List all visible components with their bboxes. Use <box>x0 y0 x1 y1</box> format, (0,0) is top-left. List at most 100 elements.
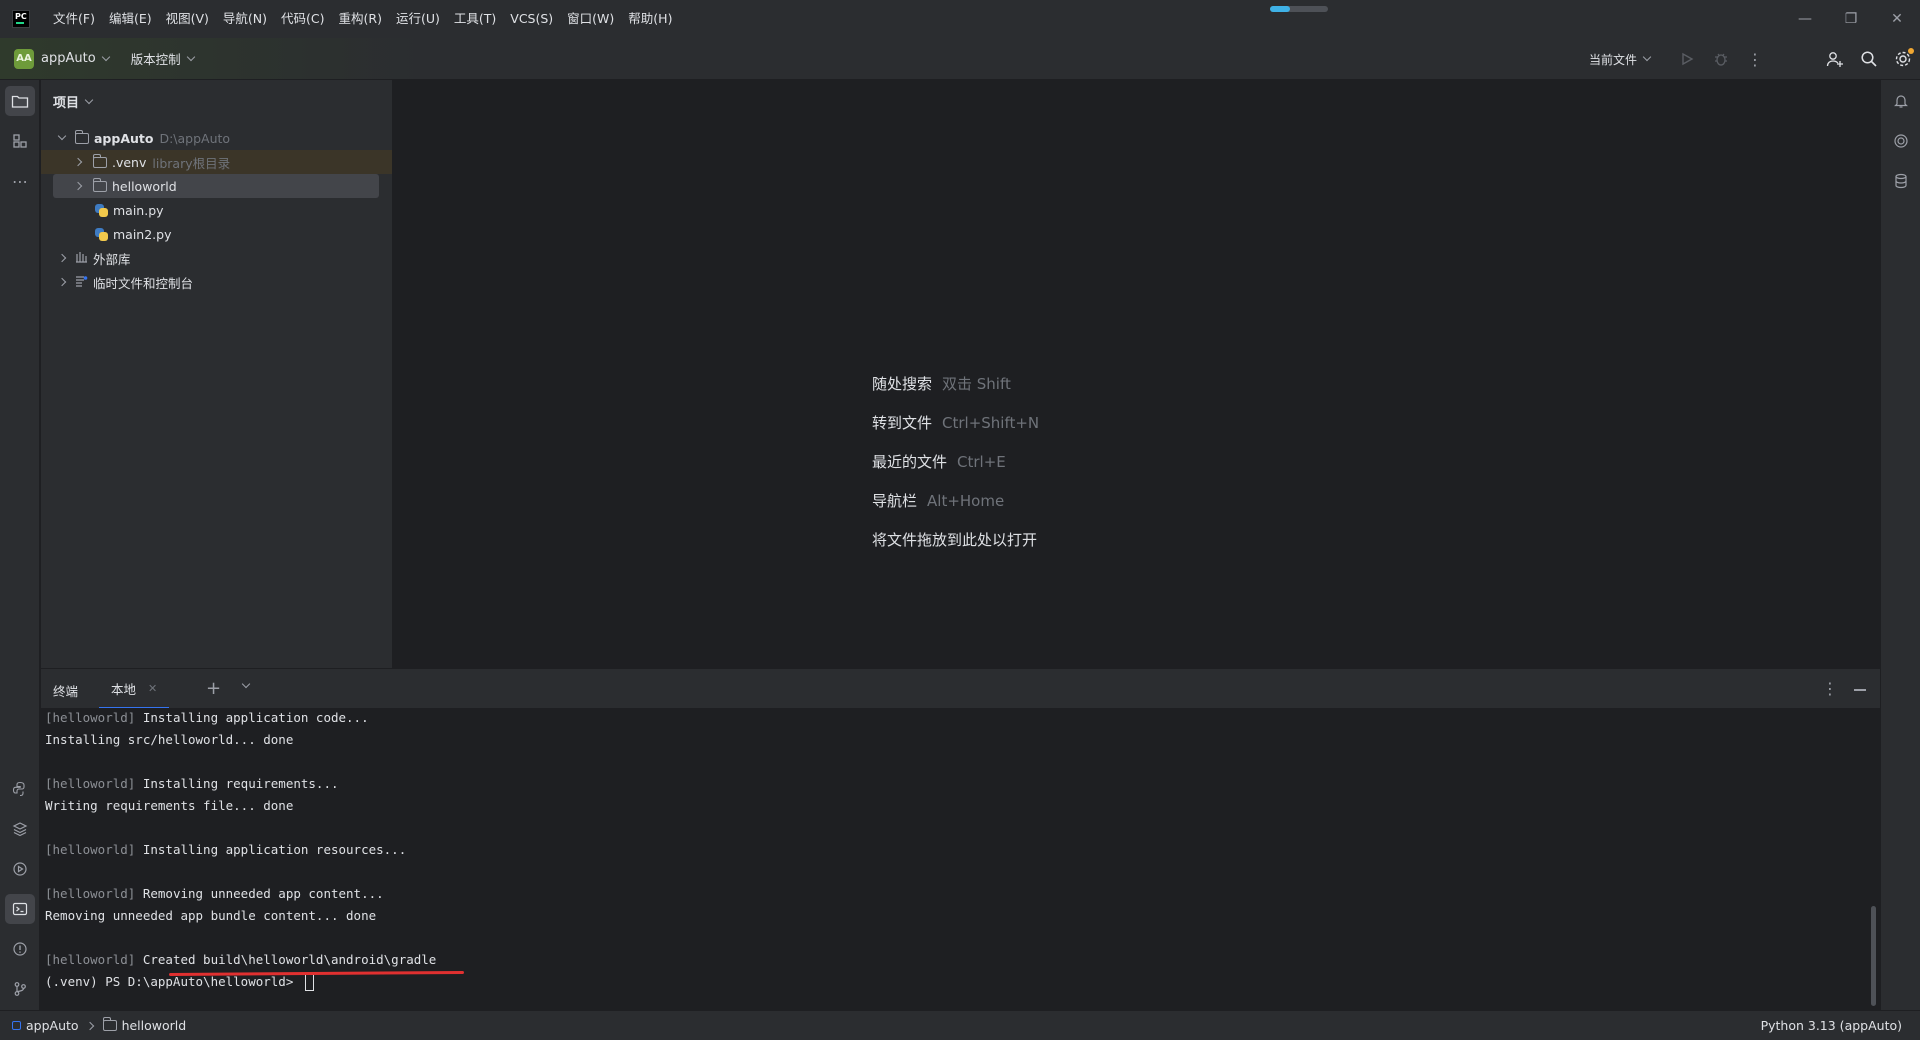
tree-root-appauto[interactable]: appAuto D:\appAuto <box>53 126 379 150</box>
chevron-down-icon[interactable] <box>57 131 67 141</box>
terminal-output[interactable]: [helloworld] Installing application code… <box>41 708 1880 1010</box>
folder-icon <box>93 153 107 168</box>
tree-item-external-libraries[interactable]: 外部库 <box>53 246 379 270</box>
menu-file[interactable]: 文件(F) <box>46 0 102 38</box>
menu-view[interactable]: 视图(V) <box>159 0 216 38</box>
restore-window-button[interactable]: ❐ <box>1828 0 1874 38</box>
status-bar: appAuto helloworld Python 3.13 (appAuto) <box>0 1010 1920 1040</box>
hint-label: 随处搜索 <box>872 375 933 393</box>
prompt-text: (.venv) PS D:\appAuto\helloworld> <box>45 974 301 989</box>
line-text: Writing requirements file... done <box>45 798 294 813</box>
project-selector[interactable]: appAuto <box>41 51 96 66</box>
python-file-icon <box>95 227 108 241</box>
terminal-line: [helloworld] Removing unneeded app conte… <box>45 886 384 906</box>
tree-item-main2-py-label: main2.py <box>113 226 172 242</box>
terminal-prompt-line[interactable]: (.venv) PS D:\appAuto\helloworld> <box>45 974 314 994</box>
close-tab-icon[interactable]: ✕ <box>148 682 157 695</box>
close-window-button[interactable]: ✕ <box>1874 0 1920 38</box>
debug-icon[interactable] <box>1704 42 1738 76</box>
tree-item-main2-py[interactable]: main2.py <box>53 222 379 246</box>
chevron-down-icon[interactable] <box>241 679 251 689</box>
terminal-icon[interactable] <box>5 894 35 924</box>
menu-edit[interactable]: 编辑(E) <box>102 0 159 38</box>
more-tool-windows-icon[interactable]: ⋯ <box>5 166 35 196</box>
background-progress-bar[interactable] <box>1270 6 1328 12</box>
toolbar-right: 当前文件 ⋮ <box>1589 38 1920 80</box>
tree-root-name: appAuto <box>94 130 154 146</box>
minimize-window-button[interactable]: — <box>1782 0 1828 38</box>
breadcrumb-project[interactable]: appAuto <box>26 1018 79 1033</box>
tree-item-main-py[interactable]: main.py <box>53 198 379 222</box>
vcs-widget[interactable]: 版本控制 <box>131 49 195 68</box>
chevron-right-icon[interactable] <box>73 181 83 191</box>
hint-label: 最近的文件 <box>872 453 948 471</box>
line-text: Installing src/helloworld... done <box>45 732 294 747</box>
run-configuration-selector[interactable]: 当前文件 <box>1589 51 1652 68</box>
tree-item-scratches[interactable]: 临时文件和控制台 <box>53 270 379 294</box>
hide-panel-icon[interactable] <box>1854 689 1866 691</box>
terminal-line: [helloworld] Installing application code… <box>45 710 369 730</box>
problems-icon[interactable] <box>5 934 35 964</box>
chevron-down-icon[interactable] <box>101 52 110 61</box>
python-packages-icon[interactable] <box>5 814 35 844</box>
terminal-header: 终端 本地 ✕ + ⋮ <box>41 668 1880 709</box>
breadcrumb-folder[interactable]: helloworld <box>122 1018 187 1033</box>
ai-assistant-icon[interactable] <box>1886 126 1916 156</box>
tree-item-venv-note: library根目录 <box>152 155 231 171</box>
editor-area[interactable]: 随处搜索 双击 Shift 转到文件 Ctrl+Shift+N 最近的文件 Ctrl+… <box>394 80 1879 668</box>
python-console-icon[interactable] <box>5 774 35 804</box>
hint-navigation-bar: 导航栏 Alt+Home <box>872 490 1004 511</box>
search-icon[interactable] <box>1852 42 1886 76</box>
structure-icon[interactable] <box>5 126 35 156</box>
chevron-right-icon[interactable] <box>73 157 83 167</box>
pycharm-logo-icon[interactable]: PC <box>12 10 30 28</box>
line-prefix: [helloworld] <box>45 952 136 967</box>
python-interpreter-widget[interactable]: Python 3.13 (appAuto) <box>1761 1018 1902 1033</box>
menu-window[interactable]: 窗口(W) <box>560 0 621 38</box>
services-icon[interactable] <box>5 854 35 884</box>
project-folder-icon[interactable] <box>5 86 35 116</box>
menu-tools[interactable]: 工具(T) <box>447 0 503 38</box>
line-text: Removing unneeded app content... <box>135 886 384 901</box>
menu-code[interactable]: 代码(C) <box>274 0 331 38</box>
folder-icon <box>102 1017 117 1031</box>
hint-recent-files: 最近的文件 Ctrl+E <box>872 451 1006 472</box>
chevron-right-icon <box>85 1021 94 1030</box>
terminal-tab-local[interactable]: 本地 ✕ <box>99 669 170 709</box>
database-icon[interactable] <box>1886 166 1916 196</box>
notifications-bell-icon[interactable] <box>1886 86 1916 116</box>
scratches-icon <box>75 275 88 290</box>
menu-run[interactable]: 运行(U) <box>389 0 447 38</box>
terminal-scrollbar[interactable] <box>1871 906 1876 1006</box>
chevron-down-icon <box>186 52 195 61</box>
tree-item-helloworld[interactable]: helloworld <box>53 174 379 198</box>
tree-item-main-py-label: main.py <box>113 202 164 218</box>
chevron-down-icon <box>1642 52 1652 62</box>
chevron-right-icon[interactable] <box>57 277 67 287</box>
add-user-icon[interactable] <box>1818 42 1852 76</box>
right-tool-window-bar <box>1880 80 1920 1010</box>
terminal-line: Writing requirements file... done <box>45 798 293 818</box>
new-terminal-tab-icon[interactable]: + <box>206 678 221 699</box>
chevron-right-icon[interactable] <box>57 253 67 263</box>
line-prefix: [helloworld] <box>45 886 136 901</box>
run-icon[interactable] <box>1670 42 1704 76</box>
menu-navigate[interactable]: 导航(N) <box>216 0 274 38</box>
terminal-options-icon[interactable]: ⋮ <box>1822 679 1838 698</box>
project-panel-header[interactable]: 项目 <box>53 92 94 111</box>
breadcrumb: appAuto helloworld <box>12 1017 187 1033</box>
python-file-icon <box>95 203 108 217</box>
more-actions-icon[interactable]: ⋮ <box>1738 42 1772 76</box>
menu-refactor[interactable]: 重构(R) <box>332 0 389 38</box>
hint-goto-file: 转到文件 Ctrl+Shift+N <box>872 412 1039 433</box>
tree-item-venv[interactable]: .venv library根目录 <box>41 150 392 174</box>
git-branch-icon[interactable] <box>5 974 35 1004</box>
settings-gear-icon[interactable] <box>1886 42 1920 76</box>
hint-label: 转到文件 <box>872 414 933 432</box>
hint-label: 将文件拖放到此处以打开 <box>872 531 1038 549</box>
main-menu: 文件(F) 编辑(E) 视图(V) 导航(N) 代码(C) 重构(R) 运行(U… <box>46 0 679 38</box>
project-avatar[interactable]: AA <box>14 48 34 69</box>
project-module-icon <box>12 1021 21 1030</box>
menu-help[interactable]: 帮助(H) <box>621 0 679 38</box>
menu-vcs[interactable]: VCS(S) <box>503 0 560 38</box>
